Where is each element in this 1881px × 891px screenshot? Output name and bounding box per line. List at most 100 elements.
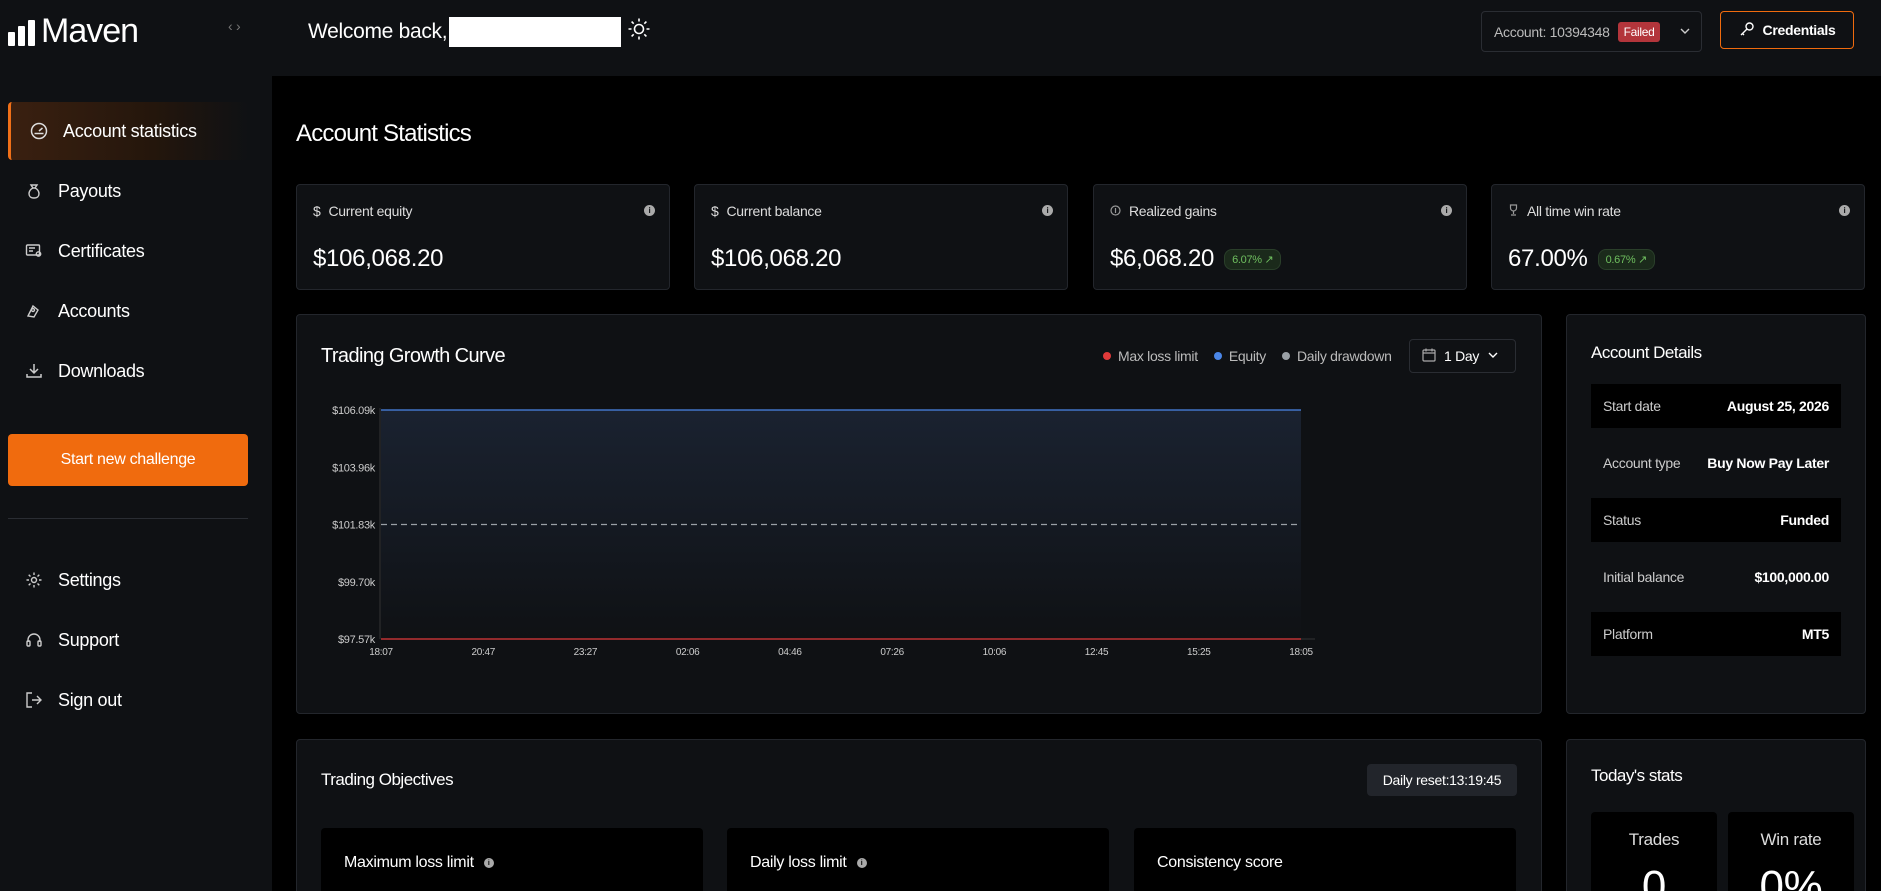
chevron-down-icon bbox=[1487, 348, 1499, 364]
x-tick-label: 20:47 bbox=[471, 647, 495, 658]
y-tick-label: $99.70k bbox=[338, 577, 376, 589]
stat-value: $6,068.20 bbox=[1110, 245, 1215, 272]
sidebar-item-label: Accounts bbox=[58, 300, 130, 321]
logo-icon bbox=[8, 18, 35, 46]
stat-change-badge: 6.07% ↗ bbox=[1224, 248, 1282, 270]
x-tick-label: 18:05 bbox=[1289, 647, 1313, 658]
trading-objectives-title: Trading Objectives bbox=[321, 770, 454, 789]
stat-label: Realized gains bbox=[1129, 203, 1217, 219]
sidebar-divider bbox=[8, 518, 248, 519]
stat-label: All time win rate bbox=[1527, 203, 1621, 219]
info-icon[interactable]: i bbox=[856, 858, 867, 868]
info-icon[interactable]: i bbox=[1441, 205, 1452, 216]
account-status-badge: Failed bbox=[1617, 21, 1661, 42]
certificate-icon bbox=[24, 241, 44, 261]
credentials-button[interactable]: Credentials bbox=[1720, 11, 1854, 49]
logo[interactable]: Maven bbox=[8, 12, 139, 51]
sidebar-item-label: Downloads bbox=[58, 360, 145, 381]
stat-change-badge: 0.67% ↗ bbox=[1597, 248, 1655, 270]
trading-objectives-card: Trading Objectives Daily reset:13:19:45 … bbox=[296, 739, 1542, 891]
trophy-icon bbox=[1508, 203, 1519, 219]
accounts-icon bbox=[24, 301, 44, 321]
sidebar-item-sign-out[interactable]: Sign out bbox=[8, 671, 248, 729]
chart-legend: Max loss limit Equity Daily drawdown bbox=[1103, 348, 1392, 364]
stat-label: Current balance bbox=[726, 203, 822, 219]
detail-row-start-date: Start date August 25, 2026 bbox=[1591, 384, 1841, 428]
objective-max-loss-limit: Maximum loss limit i bbox=[321, 828, 703, 891]
todays-stats-card: Today's stats Trades 0 Win rate 0% bbox=[1566, 739, 1866, 891]
growth-chart-svg: $106.09k$103.96k$101.83k$99.70k$97.57k18… bbox=[332, 405, 1315, 658]
stat-label: Current equity bbox=[328, 203, 413, 219]
stat-card-current-equity: $ Current equity i $106,068.20 bbox=[296, 184, 670, 290]
info-icon[interactable]: i bbox=[1042, 205, 1053, 216]
sidebar-item-label: Account statistics bbox=[63, 120, 197, 141]
y-tick-label: $103.96k bbox=[332, 462, 376, 474]
sidebar-item-certificates[interactable]: Certificates bbox=[8, 222, 248, 280]
stat-value: 67.00% bbox=[1508, 245, 1588, 272]
x-tick-label: 07:26 bbox=[880, 647, 904, 658]
detail-row-account-type: Account type Buy Now Pay Later bbox=[1603, 455, 1829, 471]
sidebar-item-accounts[interactable]: Accounts bbox=[8, 282, 248, 340]
y-tick-label: $101.83k bbox=[332, 520, 376, 532]
dollar-icon: $ bbox=[711, 203, 719, 219]
collapse-sidebar-icon[interactable]: ‹ › bbox=[228, 18, 241, 34]
credentials-label: Credentials bbox=[1762, 22, 1836, 38]
key-icon bbox=[1739, 21, 1755, 40]
account-details-title: Account Details bbox=[1591, 343, 1702, 362]
sidebar-item-account-statistics[interactable]: Account statistics bbox=[8, 102, 248, 160]
legend-item-daily-drawdown[interactable]: Daily drawdown bbox=[1281, 348, 1392, 364]
chevron-down-icon bbox=[1679, 24, 1691, 40]
sidebar-item-settings[interactable]: Settings bbox=[8, 551, 248, 609]
x-tick-label: 02:06 bbox=[676, 647, 700, 658]
sidebar-item-downloads[interactable]: Downloads bbox=[8, 342, 248, 400]
x-tick-label: 10:06 bbox=[983, 647, 1007, 658]
y-tick-label: $97.57k bbox=[338, 634, 376, 646]
topbar: Welcome back, Account: 10394348 Failed C… bbox=[272, 0, 1881, 76]
info-icon[interactable]: i bbox=[1839, 205, 1850, 216]
account-selector[interactable]: Account: 10394348 Failed bbox=[1481, 11, 1702, 52]
money-bag-icon bbox=[24, 181, 44, 201]
start-new-challenge-button[interactable]: Start new challenge bbox=[8, 434, 248, 486]
chart-title: Trading Growth Curve bbox=[321, 345, 506, 367]
legend-dot bbox=[1103, 352, 1111, 360]
x-tick-label: 12:45 bbox=[1085, 647, 1109, 658]
app-name: Maven bbox=[41, 12, 139, 50]
theme-toggle-sun-icon[interactable] bbox=[627, 17, 651, 47]
x-tick-label: 15:25 bbox=[1187, 647, 1211, 658]
legend-item-equity[interactable]: Equity bbox=[1213, 348, 1266, 364]
sidebar-nav: Account statistics Payouts Certificates … bbox=[8, 102, 248, 402]
sidebar-item-label: Settings bbox=[58, 569, 121, 590]
legend-dot bbox=[1281, 352, 1290, 360]
calendar-icon bbox=[1422, 348, 1436, 365]
page-title: Account Statistics bbox=[296, 120, 472, 147]
trading-growth-chart-card: Trading Growth Curve Max loss limit Equi… bbox=[296, 314, 1542, 714]
y-tick-label: $106.09k bbox=[332, 405, 376, 417]
info-icon[interactable]: i bbox=[483, 858, 494, 868]
time-range-select[interactable]: 1 Day bbox=[1409, 339, 1516, 373]
legend-dot bbox=[1213, 352, 1222, 360]
stat-card-current-balance: $ Current balance i $106,068.20 bbox=[694, 184, 1068, 290]
detail-row-platform: Platform MT5 bbox=[1591, 612, 1841, 656]
sidebar-item-payouts[interactable]: Payouts bbox=[8, 162, 248, 220]
daily-reset-badge: Daily reset:13:19:45 bbox=[1367, 764, 1517, 796]
sidebar-item-label: Support bbox=[58, 629, 119, 650]
account-details-card: Account Details Start date August 25, 20… bbox=[1566, 314, 1866, 714]
today-win-rate: Win rate 0% bbox=[1728, 812, 1854, 891]
info-icon[interactable]: i bbox=[644, 205, 655, 216]
legend-item-max-loss[interactable]: Max loss limit bbox=[1103, 348, 1198, 364]
welcome-message: Welcome back, bbox=[308, 17, 651, 47]
objective-daily-loss-limit: Daily loss limit i bbox=[727, 828, 1109, 891]
x-tick-label: 23:27 bbox=[574, 647, 598, 658]
sidebar-item-label: Payouts bbox=[58, 180, 121, 201]
sidebar-item-label: Certificates bbox=[58, 240, 145, 261]
x-tick-label: 18:07 bbox=[369, 647, 393, 658]
today-trades: Trades 0 bbox=[1591, 812, 1717, 891]
welcome-text: Welcome back, bbox=[308, 20, 448, 43]
sidebar-bottom-nav: Settings Support Sign out bbox=[8, 551, 248, 731]
sidebar-item-support[interactable]: Support bbox=[8, 611, 248, 669]
x-tick-label: 04:46 bbox=[778, 647, 802, 658]
sidebar: Maven ‹ › Account statistics Payouts Cer… bbox=[0, 0, 272, 891]
stat-value: $106,068.20 bbox=[711, 245, 842, 272]
sidebar-item-label: Sign out bbox=[58, 689, 122, 710]
gauge-icon bbox=[29, 121, 49, 141]
